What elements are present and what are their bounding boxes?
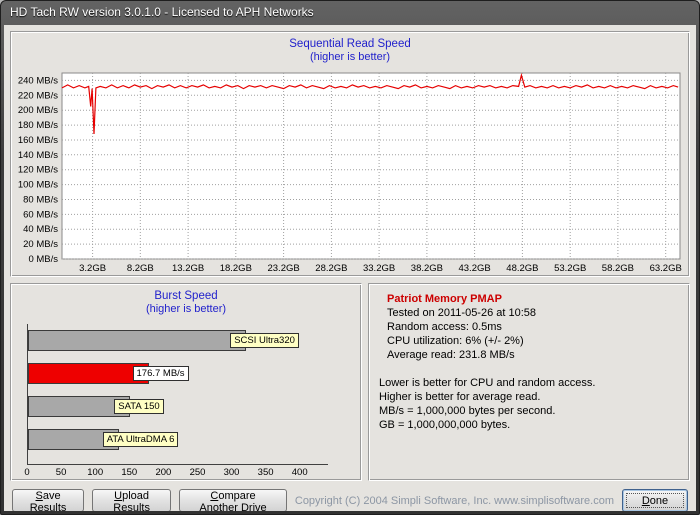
burst-axis-tick: 300 [223, 467, 240, 478]
svg-text:8.2GB: 8.2GB [127, 263, 154, 273]
note-higher-better: Higher is better for average read. [379, 391, 541, 403]
burst-bar-label: SCSI Ultra320 [230, 333, 299, 348]
svg-text:38.2GB: 38.2GB [411, 263, 443, 273]
info-notes: Lower is better for CPU and random acces… [379, 376, 679, 432]
note-mbs-definition: MB/s = 1,000,000 bytes per second. [379, 405, 556, 417]
client-area: Sequential Read Speed (higher is better)… [4, 25, 696, 511]
svg-text:63.2GB: 63.2GB [650, 263, 682, 273]
svg-text:20 MB/s: 20 MB/s [23, 239, 58, 250]
seq-chart-title: Sequential Read Speed [289, 38, 411, 50]
burst-chart-plot: SCSI Ultra320 176.7 MB/s SATA 150 ATA Ultra… [27, 324, 328, 465]
average-read-line: Average read: 231.8 MB/s [387, 349, 515, 361]
svg-text:3.2GB: 3.2GB [79, 263, 106, 273]
burst-chart: SCSI Ultra320 176.7 MB/s SATA 150 ATA Ultra… [24, 324, 361, 479]
tested-on-line: Tested on 2011-05-26 at 10:58 [387, 307, 537, 319]
upload-results-button[interactable]: Upload Results [92, 489, 172, 511]
note-lower-better: Lower is better for CPU and random acces… [379, 377, 596, 389]
burst-bar [28, 363, 149, 384]
burst-bar [28, 330, 247, 351]
burst-axis-tick: 250 [189, 467, 206, 478]
app-window: HD Tach RW version 3.0.1.0 - Licensed to… [0, 0, 700, 515]
burst-axis-tick: 0 [24, 467, 30, 478]
cpu-utilization-line: CPU utilization: 6% (+/- 2%) [387, 335, 524, 347]
chart-y-axis-labels: 240 MB/s 220 MB/s 200 MB/s 180 MB/s 160 MB/s… [18, 75, 58, 265]
svg-text:120 MB/s: 120 MB/s [18, 165, 58, 176]
seq-chart-subtitle: (higher is better) [309, 51, 391, 63]
burst-axis-tick: 100 [87, 467, 104, 478]
burst-bar-label: ATA UltraDMA 6 [102, 432, 179, 447]
svg-text:220 MB/s: 220 MB/s [18, 90, 58, 101]
done-button[interactable]: Done [621, 489, 688, 511]
svg-text:28.2GB: 28.2GB [315, 263, 347, 273]
burst-axis-tick: 150 [121, 467, 138, 478]
done-label: Done [641, 494, 669, 507]
svg-text:58.2GB: 58.2GB [602, 263, 634, 273]
sequential-read-chart: 240 MB/s 220 MB/s 200 MB/s 180 MB/s 160 MB/s… [18, 72, 682, 274]
window-title: HD Tach RW version 3.0.1.0 - Licensed to… [10, 5, 314, 19]
svg-text:40 MB/s: 40 MB/s [23, 224, 58, 235]
svg-text:240 MB/s: 240 MB/s [18, 75, 58, 86]
burst-axis-tick: 400 [291, 467, 308, 478]
burst-bar-label: SATA 150 [114, 399, 164, 414]
bottom-row: Burst Speed (higher is better) SCSI Ultr… [10, 283, 690, 481]
svg-text:140 MB/s: 140 MB/s [18, 150, 58, 161]
svg-text:100 MB/s: 100 MB/s [18, 180, 58, 191]
upload-results-label: Upload Results [113, 490, 150, 511]
burst-axis-tick: 350 [257, 467, 274, 478]
drive-name: Patriot Memory PMAP [387, 293, 502, 305]
copyright-text: Copyright (C) 2004 Simpli Software, Inc.… [294, 494, 614, 507]
svg-text:23.2GB: 23.2GB [267, 263, 299, 273]
footer-bar: Save Results Upload Results Compare Anot… [12, 489, 688, 511]
chart-x-axis-labels: 3.2GB 8.2GB 13.2GB 18.2GB 23.2GB 28.2GB 33.2GB… [79, 263, 682, 274]
burst-chart-subtitle: (higher is better) [145, 303, 227, 315]
burst-axis-tick: 200 [155, 467, 172, 478]
compare-another-drive-button[interactable]: Compare Another Drive [179, 489, 287, 511]
burst-bar-label: 176.7 MB/s [132, 366, 189, 381]
burst-axis-ticks: 0 50 100 150 200 250 300 350 400 [24, 465, 327, 479]
svg-text:48.2GB: 48.2GB [506, 263, 538, 273]
random-access-line: Random access: 0.5ms [387, 321, 502, 333]
burst-axis-tick: 50 [55, 467, 67, 478]
burst-speed-panel: Burst Speed (higher is better) SCSI Ultr… [10, 283, 362, 481]
svg-text:0 MB/s: 0 MB/s [28, 254, 58, 265]
svg-text:180 MB/s: 180 MB/s [18, 120, 58, 131]
svg-text:53.2GB: 53.2GB [554, 263, 586, 273]
drive-info-panel: Patriot Memory PMAP Tested on 2011-05-26… [368, 283, 690, 481]
svg-text:13.2GB: 13.2GB [172, 263, 204, 273]
svg-text:33.2GB: 33.2GB [363, 263, 395, 273]
svg-text:160 MB/s: 160 MB/s [18, 135, 58, 146]
svg-text:60 MB/s: 60 MB/s [23, 209, 58, 220]
drive-stats: Tested on 2011-05-26 at 10:58 Random acc… [387, 306, 679, 362]
window-titlebar[interactable]: HD Tach RW version 3.0.1.0 - Licensed to… [1, 1, 699, 24]
chart-plot-area [61, 72, 681, 260]
svg-text:200 MB/s: 200 MB/s [18, 105, 58, 116]
svg-text:43.2GB: 43.2GB [458, 263, 490, 273]
compare-another-drive-label: Compare Another Drive [199, 490, 267, 511]
svg-text:80 MB/s: 80 MB/s [23, 195, 58, 206]
burst-chart-title: Burst Speed [154, 290, 218, 302]
save-results-label: Save Results [29, 490, 67, 511]
save-results-button[interactable]: Save Results [12, 489, 85, 511]
note-gb-definition: GB = 1,000,000,000 bytes. [379, 419, 511, 431]
sequential-read-panel: Sequential Read Speed (higher is better)… [10, 31, 690, 277]
svg-text:18.2GB: 18.2GB [220, 263, 252, 273]
